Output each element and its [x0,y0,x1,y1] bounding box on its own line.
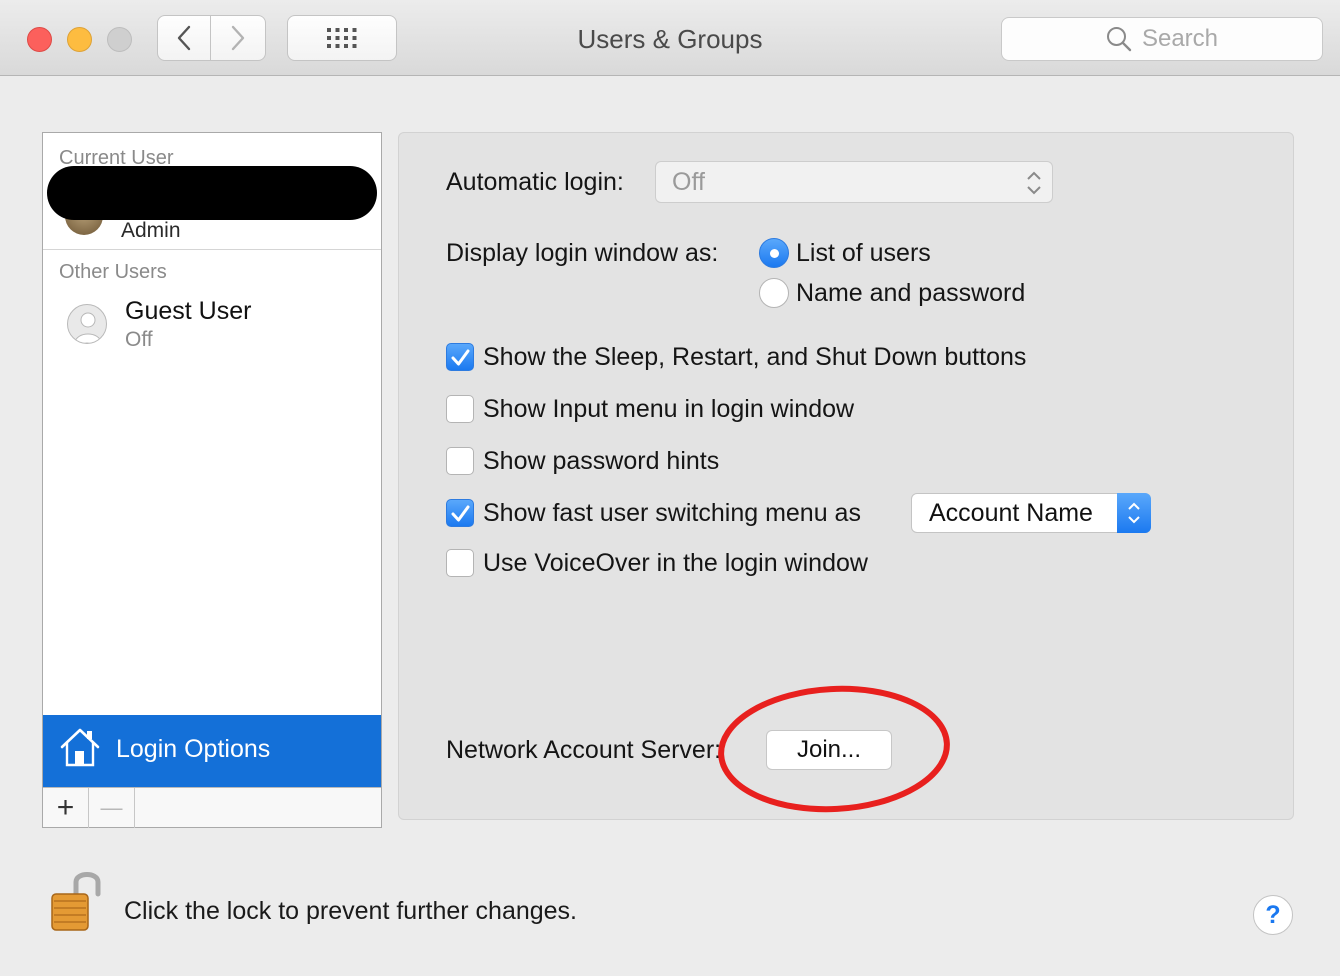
sleep-restart-shutdown-label: Show the Sleep, Restart, and Shut Down b… [483,343,1027,371]
popup-stepper [1117,493,1151,533]
password-hints-label: Show password hints [483,447,720,475]
checkmark-icon [451,349,470,366]
guest-user-name: Guest User [125,297,252,325]
search-icon [1106,27,1132,52]
house-icon [60,728,100,767]
guest-user-status: Off [125,328,153,351]
close-window-button[interactable] [27,27,52,52]
fast-user-switching-label: Show fast user switching menu as [483,499,861,527]
checkbox-voiceover[interactable] [446,549,474,577]
users-groups-window: Users & Groups Search Current User Admin… [0,0,1340,976]
checkbox-input-menu[interactable] [446,395,474,423]
chevron-left-icon [177,25,191,51]
other-users-label: Other Users [59,261,167,283]
lock-button[interactable] [48,868,104,939]
sidebar-divider [43,249,381,250]
fast-user-switching-popup[interactable]: Account Name [911,493,1151,533]
checkbox-password-hints[interactable] [446,447,474,475]
radio-list-of-users[interactable] [759,238,789,268]
search-field[interactable]: Search [1001,17,1323,61]
up-down-arrows-icon [1027,171,1041,195]
add-user-button[interactable]: + [43,788,89,828]
checkbox-sleep-restart-shutdown[interactable] [446,343,474,371]
automatic-login-label: Automatic login: [446,168,624,196]
radio-name-and-password[interactable] [759,278,789,308]
show-all-button[interactable] [287,15,397,61]
checkbox-fast-user-switching[interactable] [446,499,474,527]
network-account-server-label: Network Account Server: [446,736,722,764]
remove-user-button[interactable]: — [89,788,135,828]
search-placeholder: Search [1141,25,1219,52]
plus-icon: + [56,791,75,824]
back-button[interactable] [157,15,211,61]
current-user-role: Admin [121,219,181,242]
sidebar-toolbar: + — [43,787,381,828]
checkmark-icon [451,505,470,522]
input-menu-label: Show Input menu in login window [483,395,855,423]
window-title: Users & Groups [577,24,763,54]
minus-icon: — [100,795,123,820]
help-button[interactable]: ? [1253,895,1293,935]
redacted-user-name [47,166,377,220]
users-sidebar: Current User Admin Other Users Guest Use… [42,132,382,828]
guest-avatar-icon [67,304,107,344]
minimize-window-button[interactable] [67,27,92,52]
lock-message: Click the lock to prevent further change… [124,897,578,925]
automatic-login-value: Off [672,167,705,196]
login-options-label: Login Options [116,735,271,763]
title-bar: Users & Groups Search [0,0,1340,76]
automatic-login-popup[interactable]: Off [655,161,1053,203]
chevron-right-icon [231,25,245,51]
login-options-panel: Automatic login: Off Display login windo… [398,132,1294,820]
grid-icon [327,28,357,48]
forward-button[interactable] [211,15,266,61]
display-login-label: Display login window as: [446,239,719,267]
list-of-users-label: List of users [796,239,931,267]
zoom-window-button[interactable] [107,27,132,52]
up-down-arrows-icon [1128,502,1140,524]
join-button[interactable]: Join... [766,730,892,770]
fast-user-switching-value: Account Name [929,498,1093,527]
open-lock-icon [51,872,101,931]
name-and-password-label: Name and password [796,279,1026,307]
voiceover-label: Use VoiceOver in the login window [483,549,868,577]
sidebar-item-login-options[interactable]: Login Options [43,715,381,787]
